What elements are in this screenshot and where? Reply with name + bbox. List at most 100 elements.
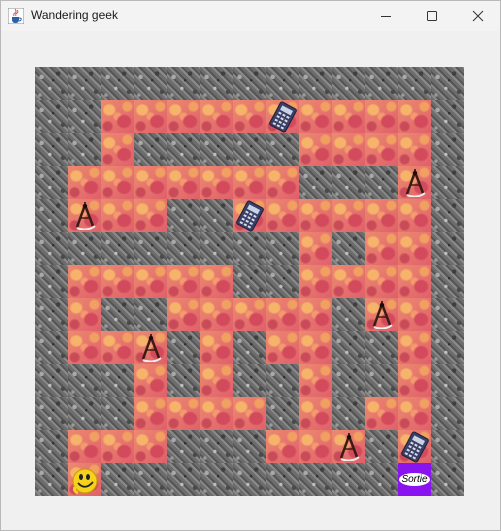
maze-path-cell (167, 100, 200, 133)
maze-wall-cell (134, 133, 167, 166)
maze-path-cell (101, 199, 134, 232)
calculator-icon (233, 199, 266, 232)
maze-wall-cell (167, 364, 200, 397)
maze-wall-cell (167, 430, 200, 463)
maze-wall-cell (200, 133, 233, 166)
maze-wall-cell (200, 232, 233, 265)
maze-path-cell (299, 364, 332, 397)
maze-wall-cell (35, 166, 68, 199)
maze-path-cell (398, 133, 431, 166)
maze-wall-cell (398, 67, 431, 100)
maze-wall-cell (365, 166, 398, 199)
exit-tile: Sortie (398, 463, 431, 496)
maze-wall-cell (332, 298, 365, 331)
maze-path-cell (233, 100, 266, 133)
maze-wall-cell (299, 463, 332, 496)
maze-path-cell (365, 133, 398, 166)
maze-wall-cell (431, 364, 464, 397)
maze-path-cell (134, 100, 167, 133)
compass-icon (68, 199, 101, 232)
maze-wall-cell (332, 166, 365, 199)
maze-wall-cell (266, 364, 299, 397)
maze-wall-cell (35, 298, 68, 331)
maze-wall-cell (365, 430, 398, 463)
maze-wall-cell (332, 67, 365, 100)
compass-icon (398, 166, 431, 199)
maze-path-cell (266, 298, 299, 331)
maze-wall-cell (233, 331, 266, 364)
maze-wall-cell (365, 364, 398, 397)
maze-wall-cell (134, 298, 167, 331)
maze-wall-cell (266, 232, 299, 265)
maze-path-cell (266, 430, 299, 463)
maze-wall-cell (68, 133, 101, 166)
maze-path-cell (299, 397, 332, 430)
maze-path-cell (101, 166, 134, 199)
compass-icon (134, 331, 167, 364)
maze-wall-cell (101, 397, 134, 430)
maze-wall-cell (332, 232, 365, 265)
maze-wall-cell (200, 67, 233, 100)
maze-path-cell (101, 265, 134, 298)
maze-path-cell (200, 100, 233, 133)
maze-wall-cell (431, 331, 464, 364)
exit-label: Sortie (399, 473, 430, 486)
maximize-button[interactable] (409, 1, 455, 31)
maze-path-cell (134, 430, 167, 463)
window-title: Wandering geek (31, 8, 118, 22)
close-button[interactable] (455, 1, 501, 31)
maze-wall-cell (332, 364, 365, 397)
maze-wall-cell (68, 100, 101, 133)
maze-wall-cell (101, 463, 134, 496)
maze-path-cell (398, 100, 431, 133)
maze-path-cell (266, 166, 299, 199)
maze-path-cell (200, 364, 233, 397)
maze-path-cell (167, 265, 200, 298)
maximize-icon (427, 11, 437, 21)
close-icon (472, 10, 484, 22)
maze-path-cell (167, 166, 200, 199)
maze-wall-cell (101, 364, 134, 397)
maze-path-cell (332, 133, 365, 166)
title-bar[interactable]: Wandering geek (1, 1, 500, 31)
maze-wall-cell (68, 232, 101, 265)
maze-path-cell (200, 265, 233, 298)
maze-path-cell (200, 298, 233, 331)
maze-path-cell (134, 265, 167, 298)
maze-wall-cell (266, 265, 299, 298)
maze-path-cell (68, 331, 101, 364)
maze-wall-cell (431, 166, 464, 199)
maze-path-cell (200, 397, 233, 430)
maze-wall-cell (35, 133, 68, 166)
maze-wall-cell (365, 67, 398, 100)
game-window: Wandering geek Sortie (0, 0, 501, 531)
maze-path-cell (233, 298, 266, 331)
maze-path-cell (398, 265, 431, 298)
maze-wall-cell (332, 397, 365, 430)
maze-wall-cell (332, 331, 365, 364)
maze-wall-cell (35, 331, 68, 364)
maze-wall-cell (68, 397, 101, 430)
maze-path-cell (101, 133, 134, 166)
maze-wall-cell (35, 463, 68, 496)
maze-path-cell (167, 298, 200, 331)
maze-path-cell (101, 331, 134, 364)
maze-path-cell (365, 265, 398, 298)
maze-path-cell (233, 166, 266, 199)
maze-wall-cell (431, 67, 464, 100)
maze-path-cell (134, 364, 167, 397)
maze-wall-cell (101, 232, 134, 265)
maze-path-cell (134, 166, 167, 199)
maze-wall-cell (266, 67, 299, 100)
maze-path-cell (266, 331, 299, 364)
maze-path-cell (332, 199, 365, 232)
maze-wall-cell (431, 199, 464, 232)
java-cup-icon (8, 8, 24, 24)
compass-icon (332, 430, 365, 463)
maze-wall-cell (200, 463, 233, 496)
maze-wall-cell (35, 364, 68, 397)
maze-wall-cell (200, 430, 233, 463)
minimize-button[interactable] (363, 1, 409, 31)
maze-wall-cell (266, 397, 299, 430)
maze-wall-cell (299, 166, 332, 199)
